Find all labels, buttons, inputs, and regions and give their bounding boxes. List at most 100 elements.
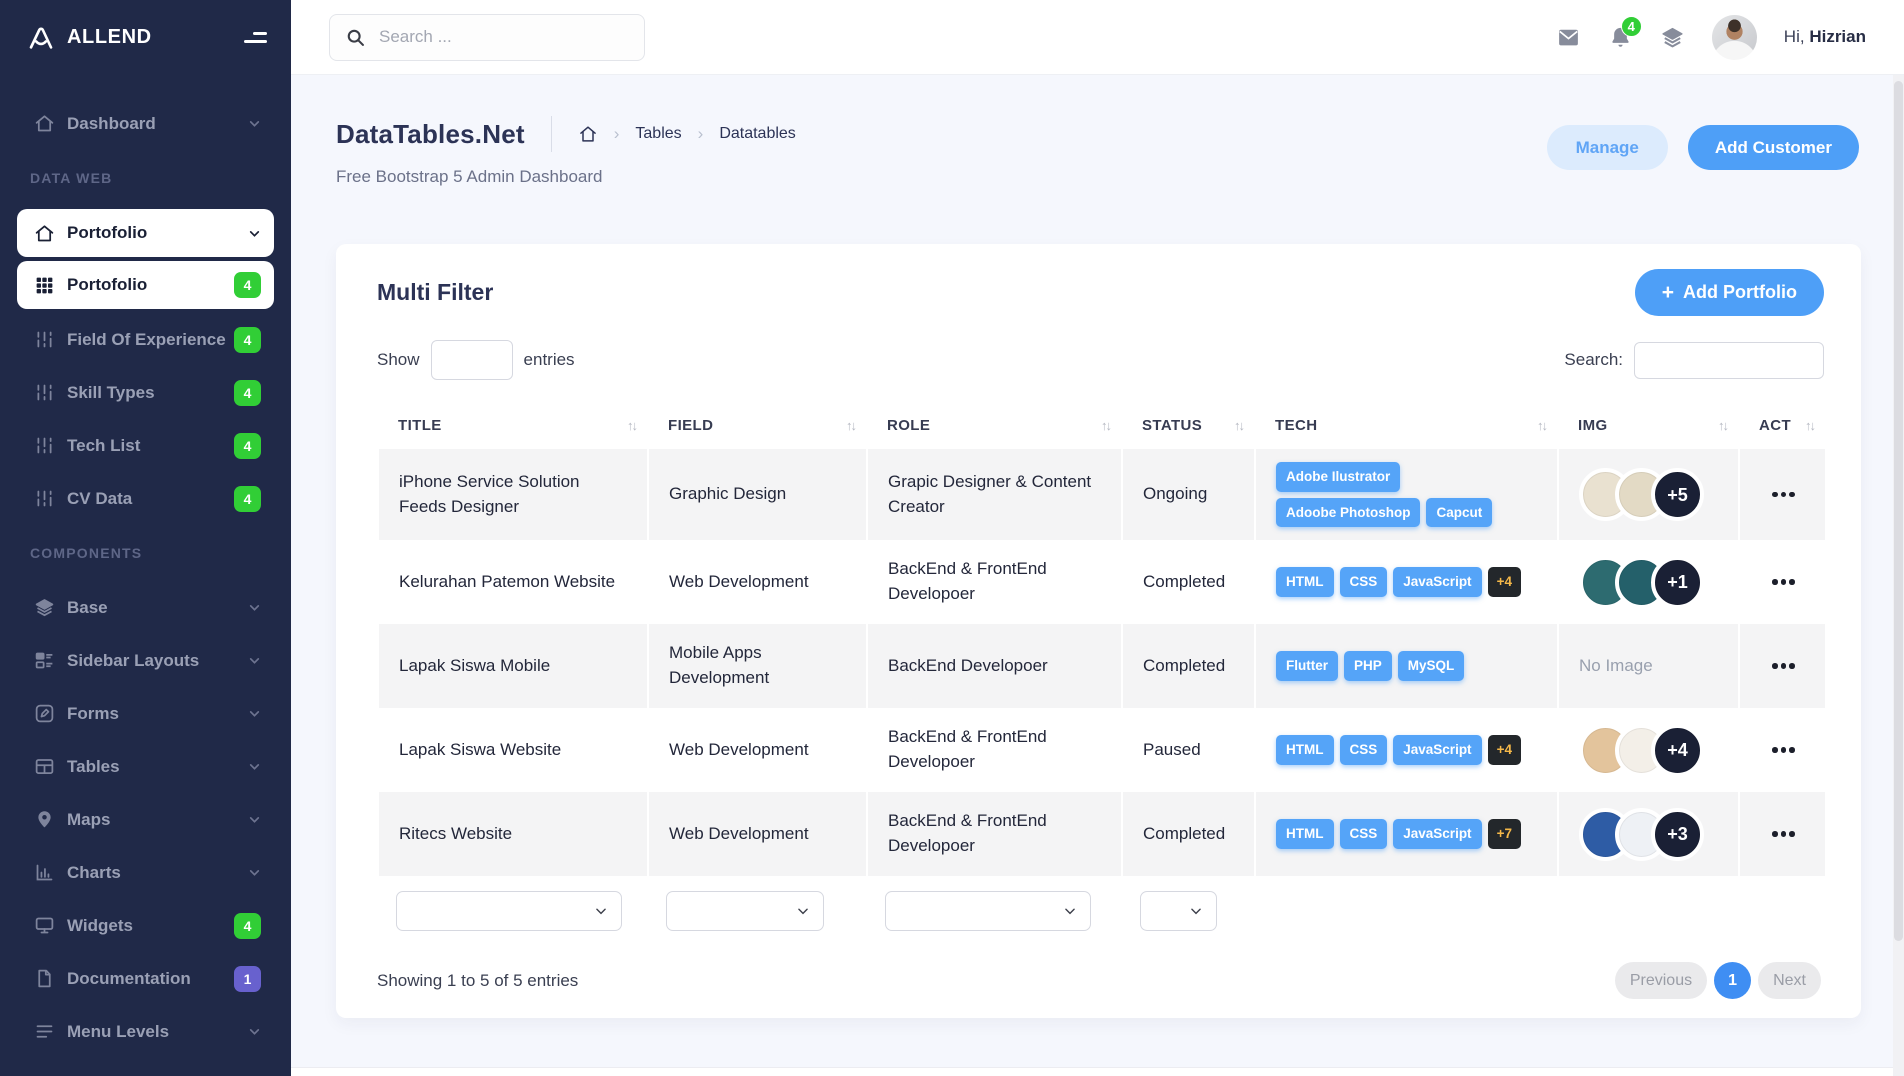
- home-icon: [32, 221, 56, 245]
- cell-status: Paused: [1122, 708, 1255, 792]
- sliders-icon: [32, 328, 56, 352]
- cell-actions: [1739, 708, 1826, 792]
- sidebar-item[interactable]: Widgets 4: [17, 899, 274, 952]
- sidebar-item-label: Dashboard: [67, 114, 248, 134]
- next-page-button[interactable]: Next: [1758, 962, 1821, 999]
- current-page-button[interactable]: 1: [1714, 962, 1751, 999]
- column-header[interactable]: FIELD ↑↓: [648, 402, 867, 449]
- cell-field: Graphic Design: [648, 449, 867, 540]
- column-header[interactable]: ACT ↑↓: [1739, 402, 1826, 449]
- table-row: iPhone Service Solution Feeds Designer G…: [378, 449, 1826, 540]
- messages-icon[interactable]: [1556, 25, 1581, 50]
- cell-field: Mobile Apps Development: [648, 624, 867, 708]
- tech-badge: JavaScript: [1393, 567, 1481, 597]
- table-icon: [32, 755, 56, 779]
- avatar[interactable]: [1712, 15, 1757, 60]
- cell-actions: [1739, 449, 1826, 540]
- breadcrumb-separator: ›: [614, 124, 620, 144]
- chevron-down-icon: [248, 601, 261, 614]
- row-actions-button[interactable]: [1760, 823, 1807, 845]
- portfolio-table: TITLE ↑↓ FIELD ↑↓ ROLE ↑↓: [377, 402, 1827, 946]
- sidebar-item[interactable]: Base: [17, 581, 274, 634]
- sidebar-item[interactable]: Portofolio 4: [17, 261, 274, 309]
- row-actions-button[interactable]: [1760, 484, 1807, 506]
- sidebar-item[interactable]: Tech List 4: [17, 419, 274, 472]
- role-filter-select[interactable]: [885, 891, 1091, 931]
- sidebar-item[interactable]: Forms: [17, 687, 274, 740]
- list-icon: [32, 649, 56, 673]
- sidebar-item-badge: 4: [234, 486, 261, 512]
- tech-badge: JavaScript: [1393, 819, 1481, 849]
- scrollbar-thumb[interactable]: [1894, 81, 1903, 941]
- sidebar-item[interactable]: Field Of Experience 4: [17, 313, 274, 366]
- sidebar-item[interactable]: Documentation 1: [17, 952, 274, 1005]
- tech-badge: HTML: [1276, 567, 1334, 597]
- show-entries-input[interactable]: [431, 340, 513, 380]
- column-header[interactable]: IMG ↑↓: [1558, 402, 1739, 449]
- image-thumbnails: +4: [1579, 724, 1720, 777]
- sidebar-item[interactable]: Dashboard: [17, 97, 274, 150]
- sidebar-item-label: CV Data: [67, 489, 234, 509]
- user-greeting[interactable]: Hi, Hizrian: [1784, 27, 1866, 47]
- sidebar-item[interactable]: Portofolio: [17, 209, 274, 257]
- cell-img: +5: [1558, 449, 1739, 540]
- status-filter-select[interactable]: [1140, 891, 1217, 931]
- cell-tech: HTMLCSSJavaScript +7: [1255, 792, 1558, 876]
- search-input[interactable]: [379, 27, 629, 47]
- more-images-badge: +4: [1651, 724, 1704, 777]
- cell-img: +4: [1558, 708, 1739, 792]
- sidebar-item[interactable]: Maps: [17, 793, 274, 846]
- manage-button[interactable]: Manage: [1547, 125, 1668, 170]
- table-row: Lapak Siswa Mobile Mobile Apps Developme…: [378, 624, 1826, 708]
- column-header[interactable]: ROLE ↑↓: [867, 402, 1122, 449]
- previous-page-button[interactable]: Previous: [1615, 962, 1707, 999]
- breadcrumb-datatables[interactable]: Datatables: [719, 125, 796, 143]
- sliders-icon: [32, 381, 56, 405]
- add-customer-button[interactable]: Add Customer: [1688, 125, 1859, 170]
- sort-icon: ↑↓: [1101, 418, 1110, 433]
- column-header[interactable]: TECH ↑↓: [1255, 402, 1558, 449]
- column-header[interactable]: TITLE ↑↓: [378, 402, 648, 449]
- file-icon: [32, 967, 56, 991]
- home-icon[interactable]: [578, 124, 598, 144]
- cell-role: BackEnd & FrontEnd Developoer: [867, 792, 1122, 876]
- add-portfolio-button[interactable]: + Add Portfolio: [1635, 269, 1824, 316]
- field-filter-select[interactable]: [666, 891, 824, 931]
- tech-badge: HTML: [1276, 819, 1334, 849]
- cell-role: BackEnd & FrontEnd Developoer: [867, 708, 1122, 792]
- pin-icon: [32, 808, 56, 832]
- table-search-input[interactable]: [1634, 342, 1824, 379]
- row-actions-button[interactable]: [1760, 655, 1807, 677]
- scrollbar[interactable]: [1893, 75, 1904, 1076]
- tech-more-badge: +4: [1488, 735, 1521, 765]
- title-filter-select[interactable]: [396, 891, 622, 931]
- image-thumbnails: +5: [1579, 468, 1720, 521]
- sidebar-toggle-icon[interactable]: [244, 28, 267, 47]
- row-actions-button[interactable]: [1760, 571, 1807, 593]
- sidebar-item[interactable]: Sidebar Layouts: [17, 634, 274, 687]
- layers-menu-icon[interactable]: [1660, 25, 1685, 50]
- sidebar-item[interactable]: Menu Levels: [17, 1005, 274, 1058]
- sidebar-nav: Dashboard DATA WEB Portofolio Portofolio…: [0, 97, 291, 1058]
- chevron-down-icon: [248, 707, 261, 720]
- column-header[interactable]: STATUS ↑↓: [1122, 402, 1255, 449]
- cell-actions: [1739, 540, 1826, 624]
- plus-icon: +: [1662, 282, 1674, 303]
- sidebar-item-badge: 4: [234, 433, 261, 459]
- breadcrumb-tables[interactable]: Tables: [635, 125, 681, 143]
- notifications-icon[interactable]: 4: [1608, 25, 1633, 50]
- main-content: DataTables.Net › Tables › Datatables Fre…: [291, 76, 1904, 1076]
- sidebar-item[interactable]: Skill Types 4: [17, 366, 274, 419]
- sidebar-item[interactable]: CV Data 4: [17, 472, 274, 525]
- sidebar-item[interactable]: Charts: [17, 846, 274, 899]
- topbar: 4 Hi, Hizrian: [291, 0, 1904, 75]
- tech-badge: Capcut: [1426, 498, 1492, 528]
- breadcrumb-separator: ›: [698, 124, 704, 144]
- sidebar-item[interactable]: Tables: [17, 740, 274, 793]
- sidebar-item-label: Tech List: [67, 436, 234, 456]
- row-actions-button[interactable]: [1760, 739, 1807, 761]
- sidebar-item-label: Forms: [67, 704, 248, 724]
- tech-badge: CSS: [1340, 567, 1388, 597]
- sidebar-item-label: Portofolio: [67, 223, 248, 243]
- chevron-down-icon: [248, 227, 261, 240]
